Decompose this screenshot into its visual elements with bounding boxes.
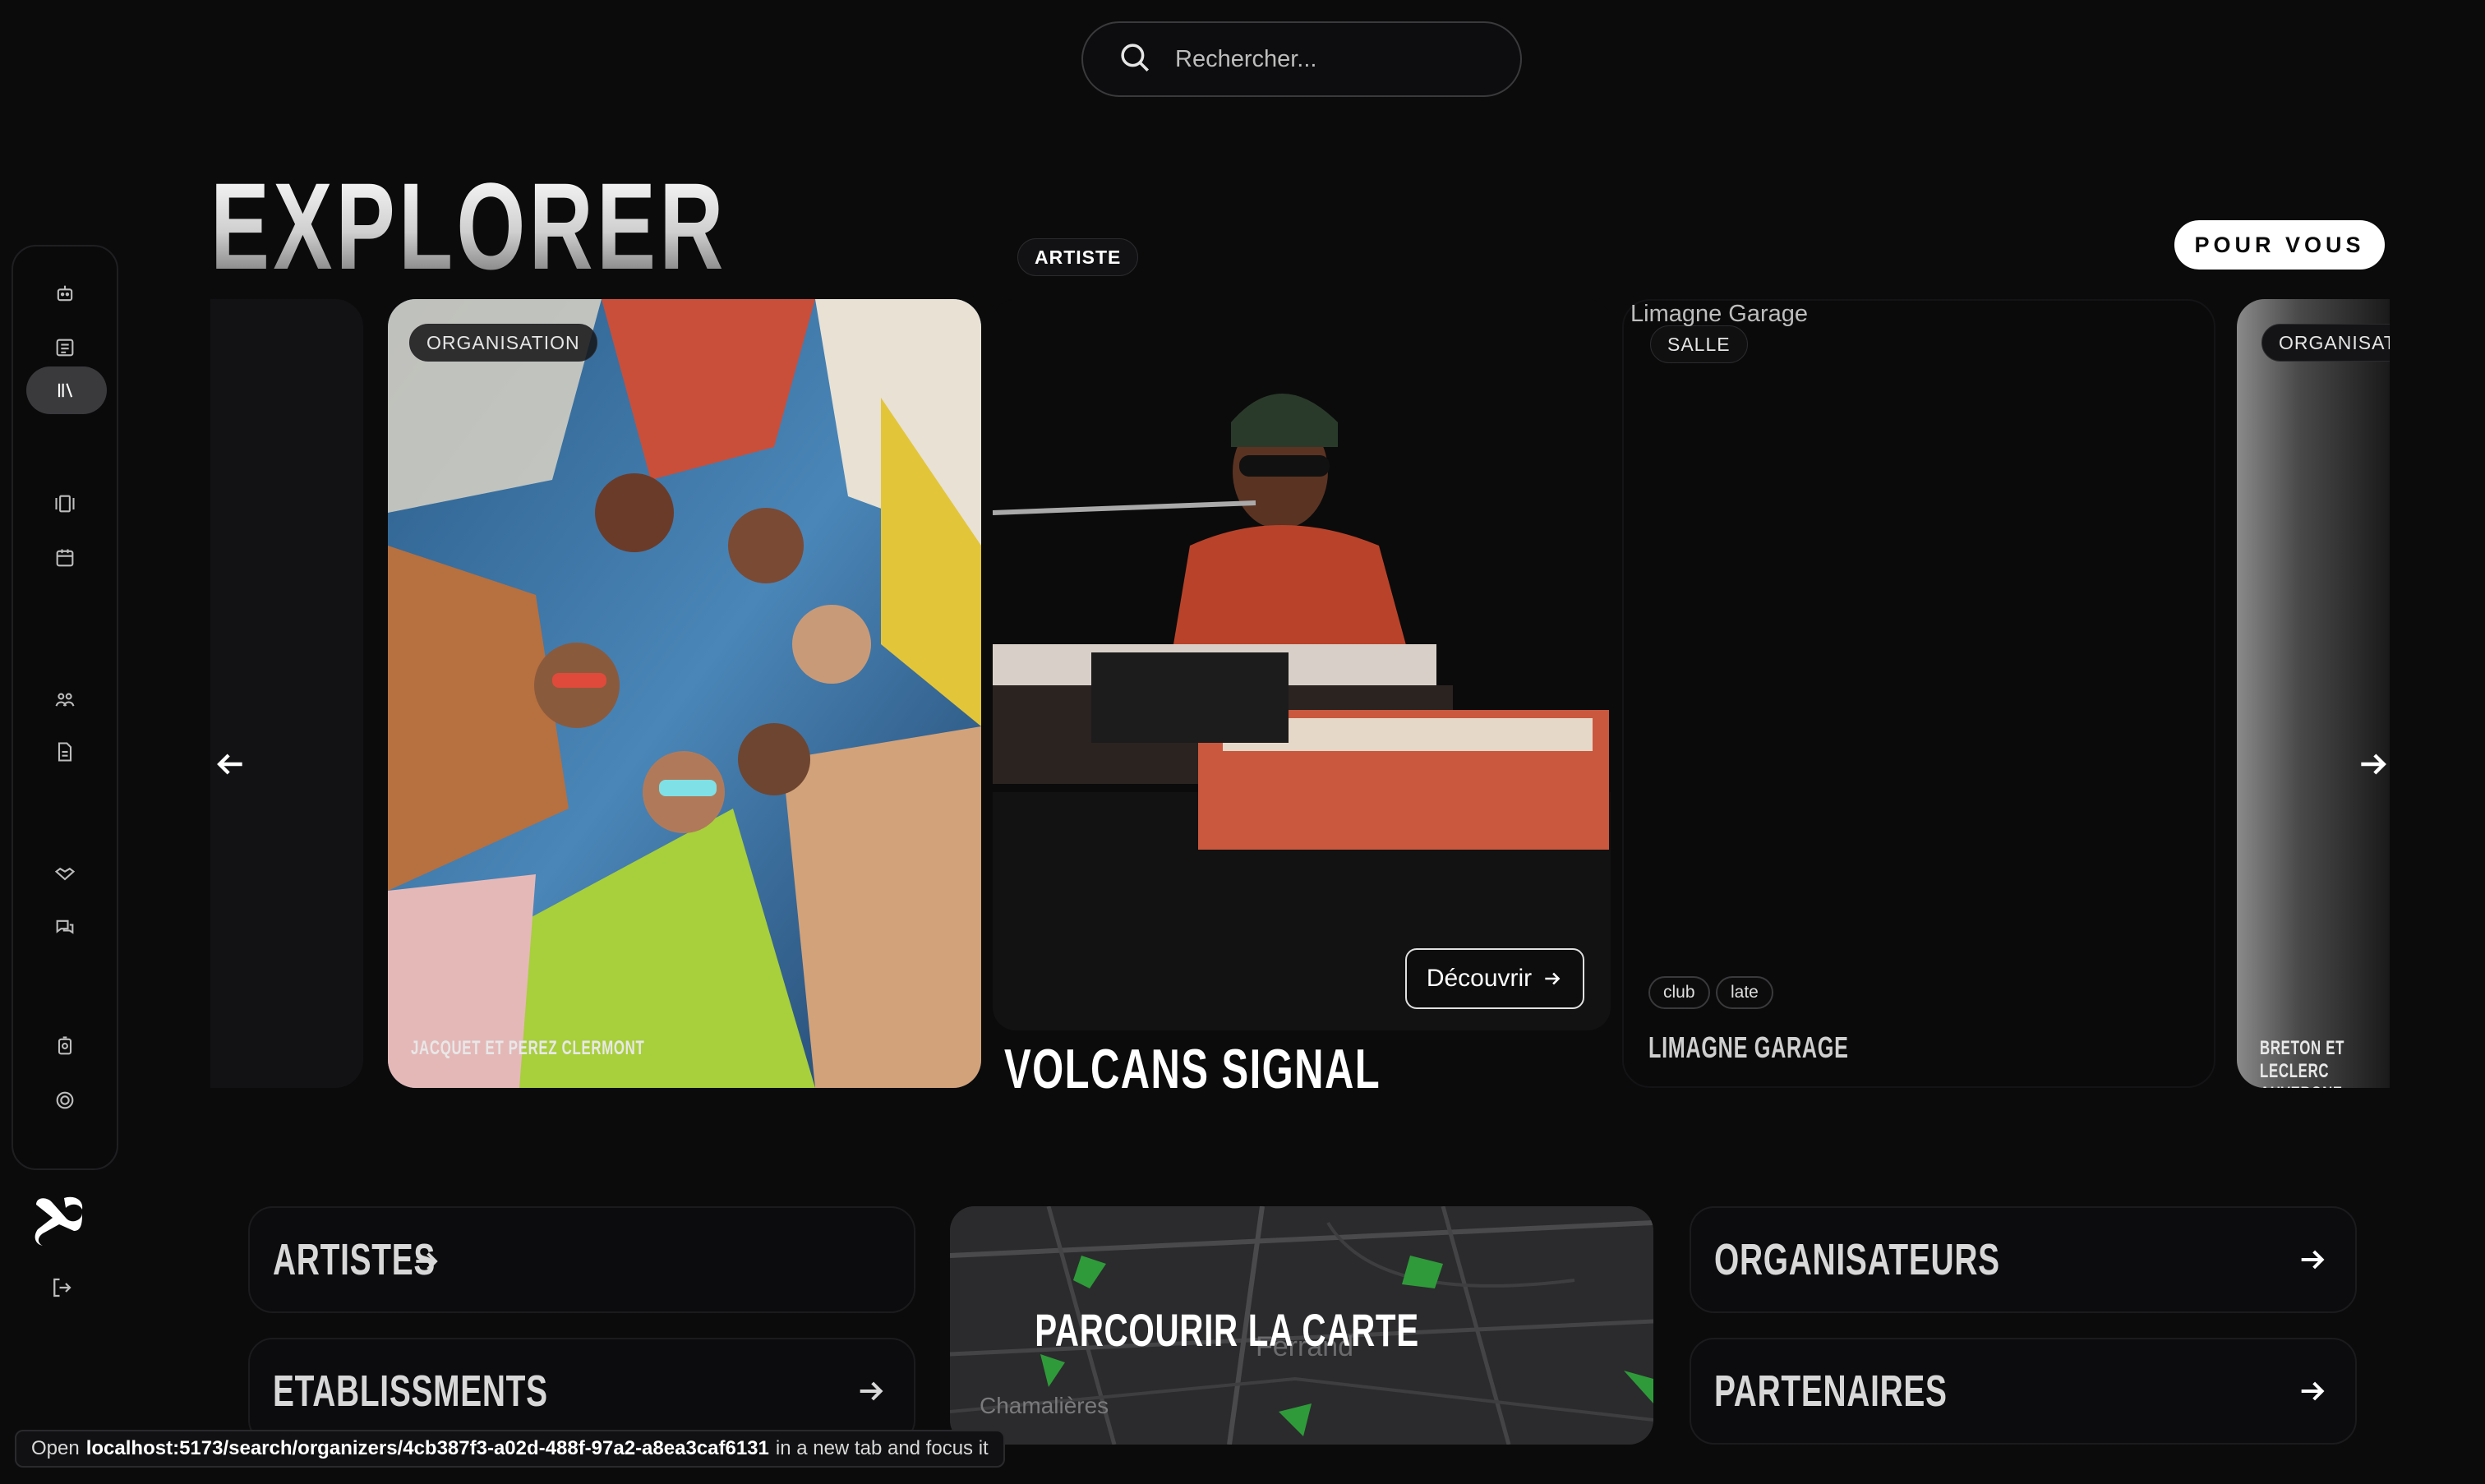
carousel-next-arrow-icon[interactable] — [2355, 746, 2391, 782]
tag-chip-club[interactable]: club — [1648, 976, 1710, 1009]
calendar-icon[interactable] — [53, 546, 77, 570]
search-input[interactable] — [1175, 45, 1487, 73]
card-type-tag: ORGANISATION — [409, 324, 597, 362]
arrow-right-icon — [2301, 1381, 2325, 1401]
card-caption: LIMAGNE GARAGE — [1648, 1030, 1849, 1064]
card-caption: BRETON ET LECLERC AUVERGNE — [2260, 1037, 2345, 1088]
gallery-icon[interactable] — [53, 491, 77, 516]
arrow-right-icon — [416, 1252, 438, 1270]
card-type-tag: ORGANISATION — [2261, 324, 2390, 362]
status-suffix: in a new tab and focus it — [775, 1437, 989, 1459]
tile-etablissements-label: ETABLISSMENTS — [273, 1366, 548, 1416]
arrow-right-icon — [860, 1381, 883, 1401]
map-tile[interactable]: Chamalières Ferrand PARCOURIR LA CARTE — [950, 1206, 1653, 1445]
tag-chip-late[interactable]: late — [1716, 976, 1773, 1009]
arrow-right-icon — [1545, 972, 1561, 985]
crowd-icon[interactable] — [53, 687, 77, 712]
carousel-card-next[interactable]: ORGANISATION BRETON ET LECLERC AUVERGNE — [2237, 299, 2390, 1088]
map-tile-label: PARCOURIR LA CARTE — [1035, 1304, 1419, 1356]
tile-partenaires[interactable]: PARTENAIRES — [1690, 1338, 2357, 1445]
arrow-right-icon — [2301, 1250, 2325, 1270]
brand-logo[interactable] — [31, 1193, 87, 1249]
pour-vous-button[interactable]: POUR VOUS — [2174, 220, 2385, 270]
tile-artistes[interactable]: ARTISTES — [248, 1206, 915, 1313]
broken-image-alt: Limagne Garage — [1630, 301, 1809, 327]
link-status-bar: Open localhost:5173/search/organizers/4c… — [15, 1430, 1005, 1468]
newspaper-icon[interactable] — [53, 335, 77, 360]
decouvrir-button[interactable]: Découvrir — [1405, 948, 1584, 1009]
carousel-card-artist[interactable] — [993, 299, 1611, 1030]
carousel-prev-arrow-icon[interactable] — [212, 746, 248, 782]
chat-icon[interactable] — [53, 915, 77, 940]
card-type-tag-artist: ARTISTE — [1017, 238, 1139, 276]
artist-photo-image — [993, 299, 1611, 1030]
document-icon[interactable] — [53, 740, 77, 764]
sidebar — [12, 245, 118, 1170]
card-type-tag: SALLE — [1650, 325, 1748, 363]
logout-icon[interactable] — [49, 1275, 74, 1300]
map-place-chamalieres: Chamalières — [980, 1393, 1109, 1418]
tile-organisateurs[interactable]: ORGANISATEURS — [1690, 1206, 2357, 1313]
tile-partenaires-label: PARTENAIRES — [1714, 1366, 1948, 1416]
badge-icon[interactable] — [53, 1034, 77, 1058]
robot-icon[interactable] — [53, 281, 77, 306]
artist-name: VOLCANS SIGNAL — [1004, 1038, 1381, 1100]
handshake-icon[interactable] — [53, 861, 77, 886]
tile-organisateurs-label: ORGANISATEURS — [1714, 1235, 2000, 1284]
coin-icon[interactable] — [53, 1088, 77, 1113]
status-prefix: Open — [31, 1437, 80, 1459]
carousel-card-previous[interactable] — [210, 299, 363, 1088]
tile-etablissements[interactable]: ETABLISSMENTS — [248, 1338, 915, 1445]
carousel-card-salle[interactable]: SALLE club late LIMAGNE GARAGE — [1622, 299, 2215, 1088]
card-caption: JACQUET ET PEREZ CLERMONT — [411, 1037, 645, 1059]
page-title: EXPLORER — [210, 157, 727, 295]
decouvrir-label: Découvrir — [1426, 965, 1533, 992]
library-icon[interactable] — [53, 378, 77, 403]
group-photo-image — [388, 299, 981, 1088]
carousel-card-organisation[interactable]: ORGANISATION JACQUET ET PEREZ CLERMONT — [388, 299, 981, 1088]
status-url: localhost:5173/search/organizers/4cb387f… — [85, 1437, 769, 1459]
search-bar[interactable] — [1081, 21, 1522, 97]
search-icon — [1118, 40, 1152, 79]
